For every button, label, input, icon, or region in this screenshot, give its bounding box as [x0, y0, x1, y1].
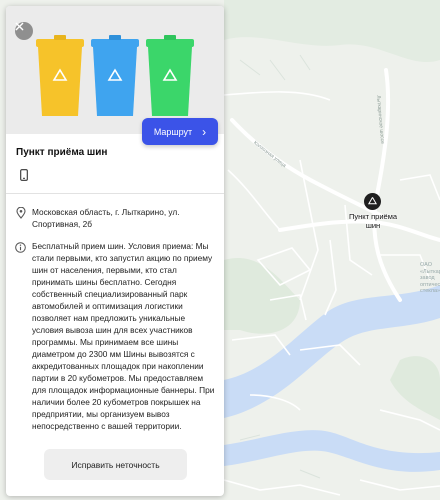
phone-icon[interactable]: [20, 169, 28, 181]
place-photo: [6, 6, 224, 134]
route-button-label: Маршрут: [153, 126, 193, 137]
map-poi-label: ОАО «Лыткарин завод оптическ стекла»: [420, 262, 440, 294]
close-button[interactable]: [15, 22, 33, 40]
info-icon: [15, 242, 26, 253]
map-marker[interactable]: [364, 193, 381, 210]
yellow-bin-image: [36, 35, 84, 116]
location-pin-icon: [16, 207, 26, 219]
place-card: Маршрут › Пункт приёма шин Московская об…: [6, 6, 224, 496]
place-title: Пункт приёма шин: [16, 147, 108, 158]
place-description: Бесплатный прием шин. Условия приема: Мы…: [32, 241, 215, 431]
route-button[interactable]: Маршрут ›: [142, 118, 218, 145]
blue-bin-image: [91, 35, 139, 116]
report-inaccuracy-button[interactable]: Исправить неточность: [44, 449, 187, 480]
place-address: Московская область, г. Лыткарино, ул. Сп…: [32, 207, 180, 229]
divider: [6, 193, 224, 194]
green-bin-image: [146, 35, 194, 116]
recycle-icon: [367, 197, 378, 205]
chevron-right-icon: ›: [202, 124, 207, 139]
map-marker-label: Пункт приёма шин: [348, 212, 398, 230]
close-icon: [15, 22, 24, 31]
report-inaccuracy-label: Исправить неточность: [71, 459, 160, 470]
